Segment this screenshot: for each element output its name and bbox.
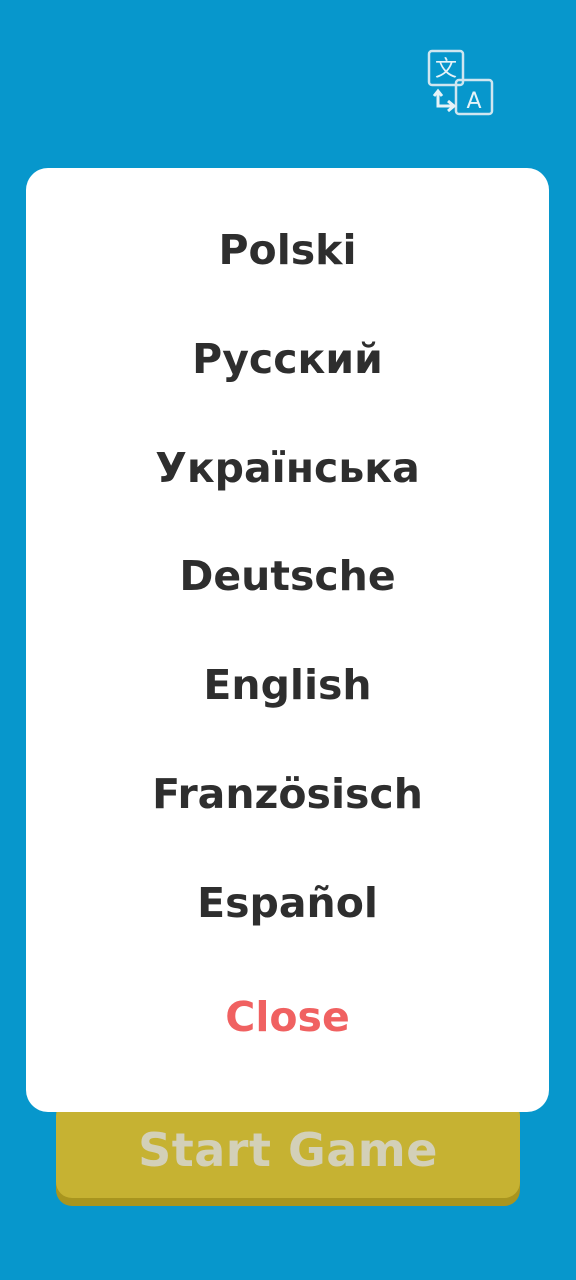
translate-icon: 文 A bbox=[427, 49, 494, 116]
language-option-german[interactable]: Deutsche bbox=[26, 546, 549, 606]
language-option-spanish[interactable]: Español bbox=[26, 873, 549, 933]
svg-text:文: 文 bbox=[435, 57, 457, 82]
language-option-ukrainian[interactable]: Українська bbox=[26, 438, 549, 498]
language-list: Polski Русский Українська Deutsche Engli… bbox=[26, 168, 549, 1112]
start-game-button[interactable]: Start Game bbox=[56, 1100, 520, 1198]
language-modal: Polski Русский Українська Deutsche Engli… bbox=[26, 168, 549, 1112]
svg-text:A: A bbox=[466, 89, 481, 114]
language-option-french[interactable]: Französisch bbox=[26, 764, 549, 824]
language-option-english[interactable]: English bbox=[26, 655, 549, 715]
language-option-polski[interactable]: Polski bbox=[26, 220, 549, 280]
translate-button[interactable]: 文 A bbox=[426, 48, 496, 118]
close-button[interactable]: Close bbox=[26, 987, 549, 1047]
language-option-russian[interactable]: Русский bbox=[26, 329, 549, 389]
start-game-label: Start Game bbox=[138, 1123, 438, 1177]
